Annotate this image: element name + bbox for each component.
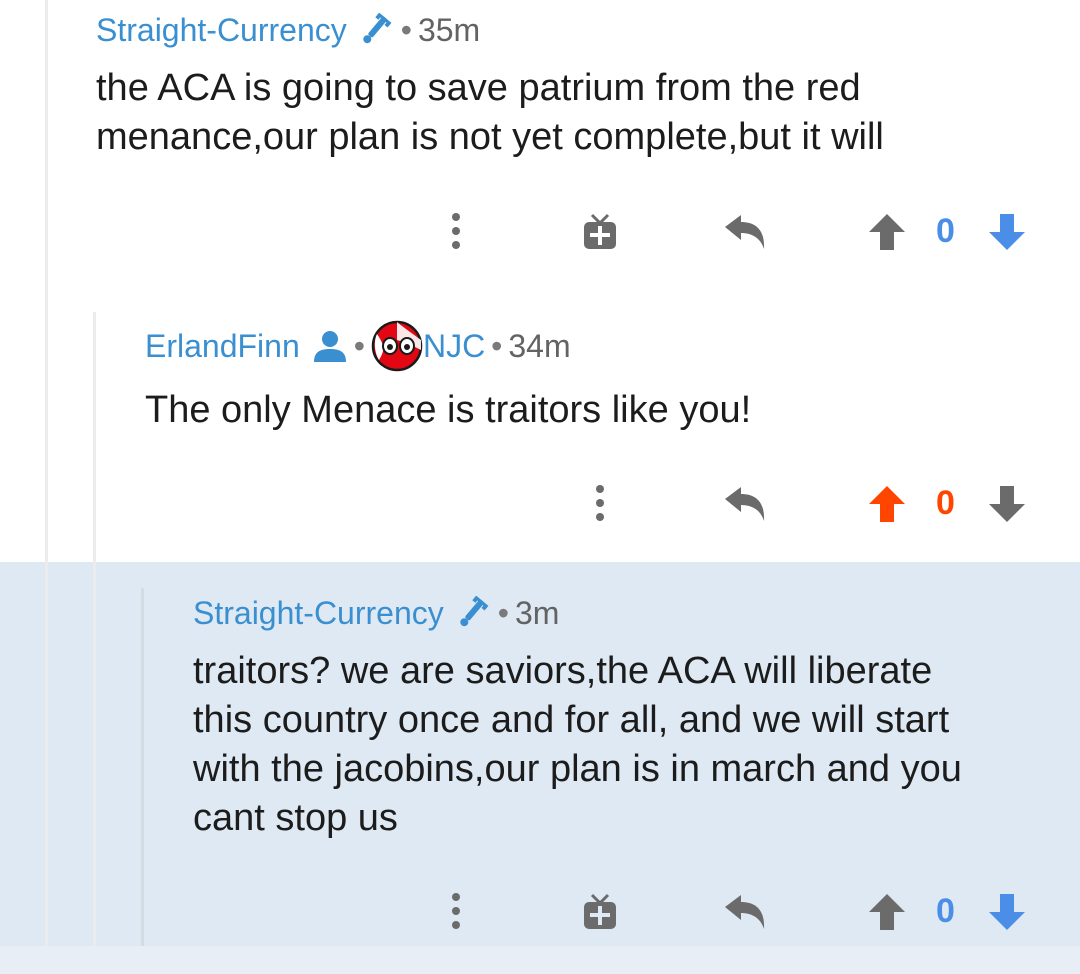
reply-button[interactable] — [722, 480, 768, 526]
more-vertical-icon — [452, 213, 460, 249]
more-options-button[interactable] — [436, 886, 476, 936]
more-vertical-icon — [452, 893, 460, 929]
person-icon — [312, 328, 348, 364]
reply-button[interactable] — [722, 208, 768, 254]
award-button[interactable] — [578, 206, 622, 256]
flag-ball-icon — [371, 320, 423, 372]
comment-line: traitors? we are saviors,the ACA will li… — [193, 650, 933, 692]
reply-icon — [725, 895, 765, 929]
wrench-icon — [452, 595, 492, 631]
more-options-button[interactable] — [580, 478, 620, 528]
thread-line-level-2[interactable] — [93, 312, 96, 946]
upvote-button[interactable] — [866, 482, 908, 526]
upvote-button[interactable] — [866, 890, 908, 934]
vote-count: 0 — [936, 484, 955, 522]
comment-line: with the jacobins,our plan is in march a… — [193, 748, 962, 790]
comment-line: menance,our plan is not yet complete,but… — [96, 116, 884, 158]
comment-line: this country once and for all, and we wi… — [193, 699, 950, 741]
downvote-button[interactable] — [986, 890, 1028, 934]
username[interactable]: ErlandFinn — [145, 328, 300, 365]
comment-line: cant stop us — [193, 797, 398, 839]
thread-line-level-3[interactable] — [141, 588, 144, 946]
timestamp: 35m — [417, 11, 481, 48]
comment-body: the ACA is going to save patrium from th… — [96, 64, 884, 162]
comment-body: The only Menace is traitors like you! — [145, 386, 751, 435]
timestamp: 34m — [508, 327, 571, 364]
arrow-up-icon — [869, 486, 905, 522]
comment-meta: Straight-Currency • 35m — [96, 10, 480, 50]
arrow-up-icon — [869, 894, 905, 930]
comment-line: The only Menace is traitors like you! — [145, 389, 752, 431]
thread-line-level-1[interactable] — [45, 0, 48, 946]
gift-icon — [584, 213, 616, 249]
username[interactable]: Straight-Currency — [96, 12, 347, 49]
downvote-button[interactable] — [986, 482, 1028, 526]
more-options-button[interactable] — [436, 206, 476, 256]
comment-line: the ACA is going to save patrium from th… — [96, 67, 861, 109]
wrench-icon — [355, 12, 395, 48]
comment-body: traitors? we are saviors,the ACA will li… — [193, 647, 962, 843]
award-button[interactable] — [578, 886, 622, 936]
arrow-down-icon — [989, 486, 1025, 522]
comment-meta: Straight-Currency • 3m — [193, 592, 559, 634]
flair-text: NJC — [422, 327, 486, 364]
downvote-button[interactable] — [986, 210, 1028, 254]
reply-icon — [725, 487, 765, 521]
vote-count: 0 — [936, 212, 955, 250]
vote-count: 0 — [936, 892, 955, 930]
reply-button[interactable] — [722, 888, 768, 934]
separator-dot: • — [497, 594, 509, 631]
timestamp: 3m — [514, 594, 560, 631]
username[interactable]: Straight-Currency — [193, 595, 444, 632]
arrow-up-icon — [869, 214, 905, 250]
arrow-down-icon — [989, 214, 1025, 250]
comment-meta: ErlandFinn • NJC • 34m — [145, 320, 571, 372]
reply-icon — [725, 215, 765, 249]
separator-dot: • — [491, 327, 503, 364]
separator-dot: • — [353, 327, 365, 364]
gift-icon — [584, 893, 616, 929]
bottom-divider — [0, 946, 1080, 974]
separator-dot: • — [400, 11, 412, 48]
more-vertical-icon — [596, 485, 604, 521]
upvote-button[interactable] — [866, 210, 908, 254]
arrow-down-icon — [989, 894, 1025, 930]
